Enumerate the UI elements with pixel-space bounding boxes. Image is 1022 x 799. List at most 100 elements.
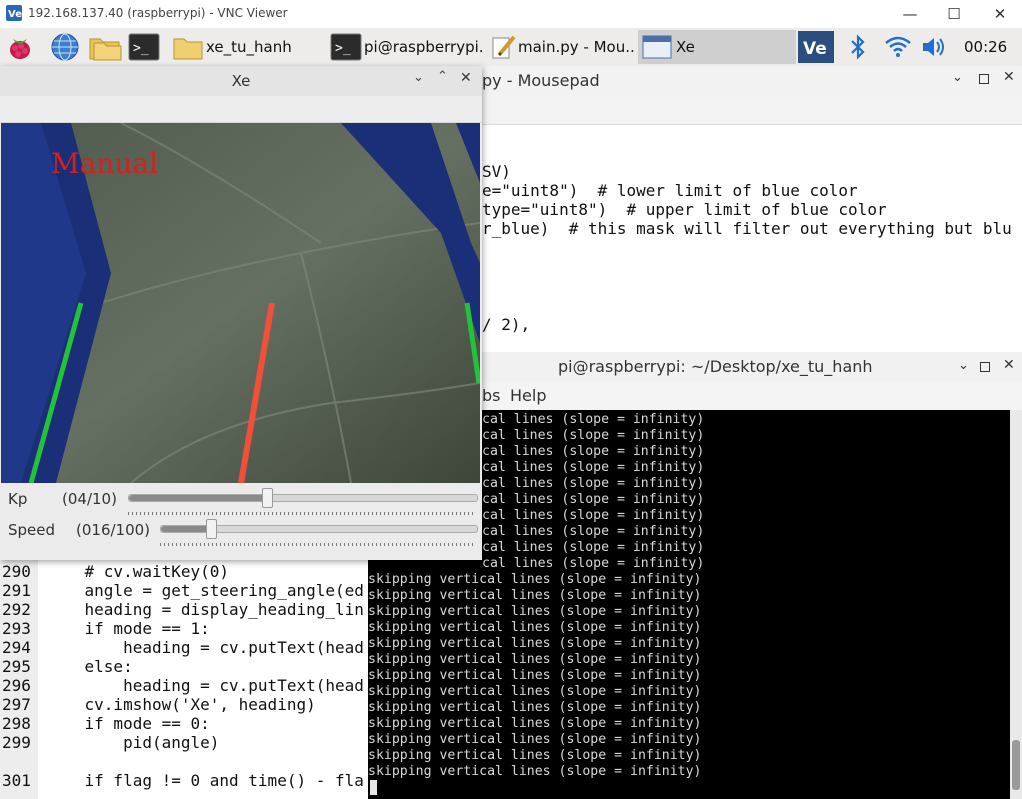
svg-text:Ve: Ve xyxy=(8,9,22,20)
code-line: heading = display_heading_lin xyxy=(46,600,364,619)
xe-toolbar xyxy=(0,96,482,123)
code-line: else: xyxy=(46,657,133,676)
code-line: cv.imshow('Xe', heading) xyxy=(46,695,316,714)
terminal-line: cal lines (slope = infinity) xyxy=(482,444,705,459)
xe-title: Xe xyxy=(231,72,251,90)
task-terminal[interactable]: >_ pi@raspberrypi... xyxy=(328,30,484,64)
code-line: if mode == 1: xyxy=(46,619,210,638)
line-number: 299 xyxy=(2,733,31,752)
text-editor-icon xyxy=(492,35,516,59)
line-number: 298 xyxy=(2,714,31,733)
kp-label: Kp xyxy=(8,490,28,508)
folder-icon xyxy=(173,38,203,60)
speed-value: (016/100) xyxy=(76,521,151,539)
terminal-line: cal lines (slope = infinity) xyxy=(482,556,705,571)
kp-slider-ticks xyxy=(128,512,476,515)
mode-overlay-text: Manual xyxy=(51,147,158,180)
mousepad-close-button[interactable]: ✕ xyxy=(1003,69,1015,85)
task-mousepad[interactable]: main.py - Mou... xyxy=(486,30,636,64)
terminal-line: skipping vertical lines (slope = infinit… xyxy=(368,716,702,731)
code-line: / 2), xyxy=(482,315,531,334)
code-line: angle = get_steering_angle(ed xyxy=(46,581,364,600)
raspberry-menu-icon[interactable] xyxy=(6,33,34,61)
maximize-button[interactable]: ☐ xyxy=(932,2,976,26)
svg-text:>_: >_ xyxy=(335,41,351,56)
code-line: if flag != 0 and time() - fla xyxy=(46,771,364,790)
task-file-manager[interactable]: xe_tu_hanh xyxy=(168,30,328,64)
code-line: r_blue) # this mask will filter out ever… xyxy=(482,219,1012,238)
volume-icon[interactable] xyxy=(920,34,948,60)
xe-close-button[interactable]: ✕ xyxy=(460,70,472,86)
terminal-line: cal lines (slope = infinity) xyxy=(482,428,705,443)
bluetooth-icon[interactable] xyxy=(848,34,868,60)
speed-slider-thumb[interactable] xyxy=(205,519,217,539)
terminal-line: skipping vertical lines (slope = infinit… xyxy=(368,604,702,619)
terminal-line: skipping vertical lines (slope = infinit… xyxy=(368,764,702,779)
line-number: 294 xyxy=(2,638,31,657)
code-line: type="uint8") # upper limit of blue colo… xyxy=(482,200,887,219)
terminal-title: pi@raspberrypi: ~/Desktop/xe_tu_hanh xyxy=(558,357,873,376)
terminal-line: skipping vertical lines (slope = infinit… xyxy=(368,636,702,651)
line-number: 297 xyxy=(2,695,31,714)
terminal-close-button[interactable]: ✕ xyxy=(1003,357,1015,373)
terminal-line: skipping vertical lines (slope = infinit… xyxy=(368,668,702,683)
terminal-line: skipping vertical lines (slope = infinit… xyxy=(368,652,702,667)
menu-help[interactable]: Help xyxy=(510,386,546,405)
terminal-minimize-button[interactable]: ⌄ xyxy=(958,358,969,373)
speed-slider-fill xyxy=(161,526,212,532)
task-xe[interactable]: Xe xyxy=(638,30,796,64)
camera-feed: Manual xyxy=(1,123,480,483)
code-line: # cv.waitKey(0) xyxy=(46,562,230,581)
terminal-line: skipping vertical lines (slope = infinit… xyxy=(368,572,702,587)
vnc-logo-icon: Ve xyxy=(6,5,22,21)
vnc-window-title: 192.168.137.40 (raspberrypi) - VNC Viewe… xyxy=(28,6,288,20)
editor-top-code: SV) e="uint8") # lower limit of blue col… xyxy=(482,160,1022,340)
xe-minimize-button[interactable]: ⌄ xyxy=(413,70,424,85)
terminal-icon: >_ xyxy=(330,33,362,61)
terminal-line: cal lines (slope = infinity) xyxy=(482,540,705,555)
terminal-line: cal lines (slope = infinity) xyxy=(482,460,705,475)
code-line: e="uint8") # lower limit of blue color xyxy=(482,181,858,200)
vnc-tray-icon[interactable]: Ve xyxy=(798,31,834,63)
line-number: 293 xyxy=(2,619,31,638)
terminal-scrollbar-thumb[interactable] xyxy=(1012,740,1020,790)
svg-text:>_: >_ xyxy=(133,41,149,56)
line-number: 290 xyxy=(2,562,31,581)
terminal-line: skipping vertical lines (slope = infinit… xyxy=(368,620,702,635)
editor-bottom-code[interactable]: 290 291 292 293 294 295 296 297 298 299 … xyxy=(0,560,368,799)
mousepad-maximize-button[interactable] xyxy=(979,74,989,84)
window-icon xyxy=(642,35,672,59)
wifi-icon[interactable] xyxy=(884,34,912,60)
terminal-line: cal lines (slope = infinity) xyxy=(482,476,705,491)
file-manager-icon[interactable] xyxy=(88,32,122,62)
terminal-line: skipping vertical lines (slope = infinit… xyxy=(368,748,702,763)
line-number: 301 xyxy=(2,771,31,790)
minimize-button[interactable]: — xyxy=(888,2,932,26)
terminal-line: skipping vertical lines (slope = infinit… xyxy=(368,684,702,699)
task-label: Xe xyxy=(676,38,695,56)
svg-text:Ve: Ve xyxy=(803,39,827,59)
terminal-line: skipping vertical lines (slope = infinit… xyxy=(368,732,702,747)
task-label: xe_tu_hanh xyxy=(206,38,292,56)
menu-tabs[interactable]: bs xyxy=(482,386,501,405)
terminal-line: cal lines (slope = infinity) xyxy=(482,508,705,523)
task-label: pi@raspberrypi... xyxy=(364,38,484,56)
mousepad-toolbar xyxy=(482,94,1022,125)
xe-maximize-button[interactable]: ⌃ xyxy=(437,69,448,84)
line-number: 295 xyxy=(2,657,31,676)
kp-value: (04/10) xyxy=(62,490,117,508)
clock: 00:26 xyxy=(964,38,1008,56)
kp-slider-thumb[interactable] xyxy=(262,488,274,508)
mousepad-minimize-button[interactable]: ⌄ xyxy=(952,70,963,85)
web-browser-icon[interactable] xyxy=(50,32,80,62)
terminal-maximize-button[interactable] xyxy=(980,362,990,372)
terminal-line: skipping vertical lines (slope = infinit… xyxy=(368,588,702,603)
terminal-line: cal lines (slope = infinity) xyxy=(482,492,705,507)
close-button[interactable]: ✕ xyxy=(978,2,1022,26)
terminal-cursor xyxy=(370,780,377,795)
terminal-line: skipping vertical lines (slope = infinit… xyxy=(368,700,702,715)
code-line: SV) xyxy=(482,162,511,181)
terminal-launcher-icon[interactable]: >_ xyxy=(128,32,160,62)
code-line: heading = cv.putText(head xyxy=(46,676,364,695)
kp-slider-fill xyxy=(129,495,269,501)
